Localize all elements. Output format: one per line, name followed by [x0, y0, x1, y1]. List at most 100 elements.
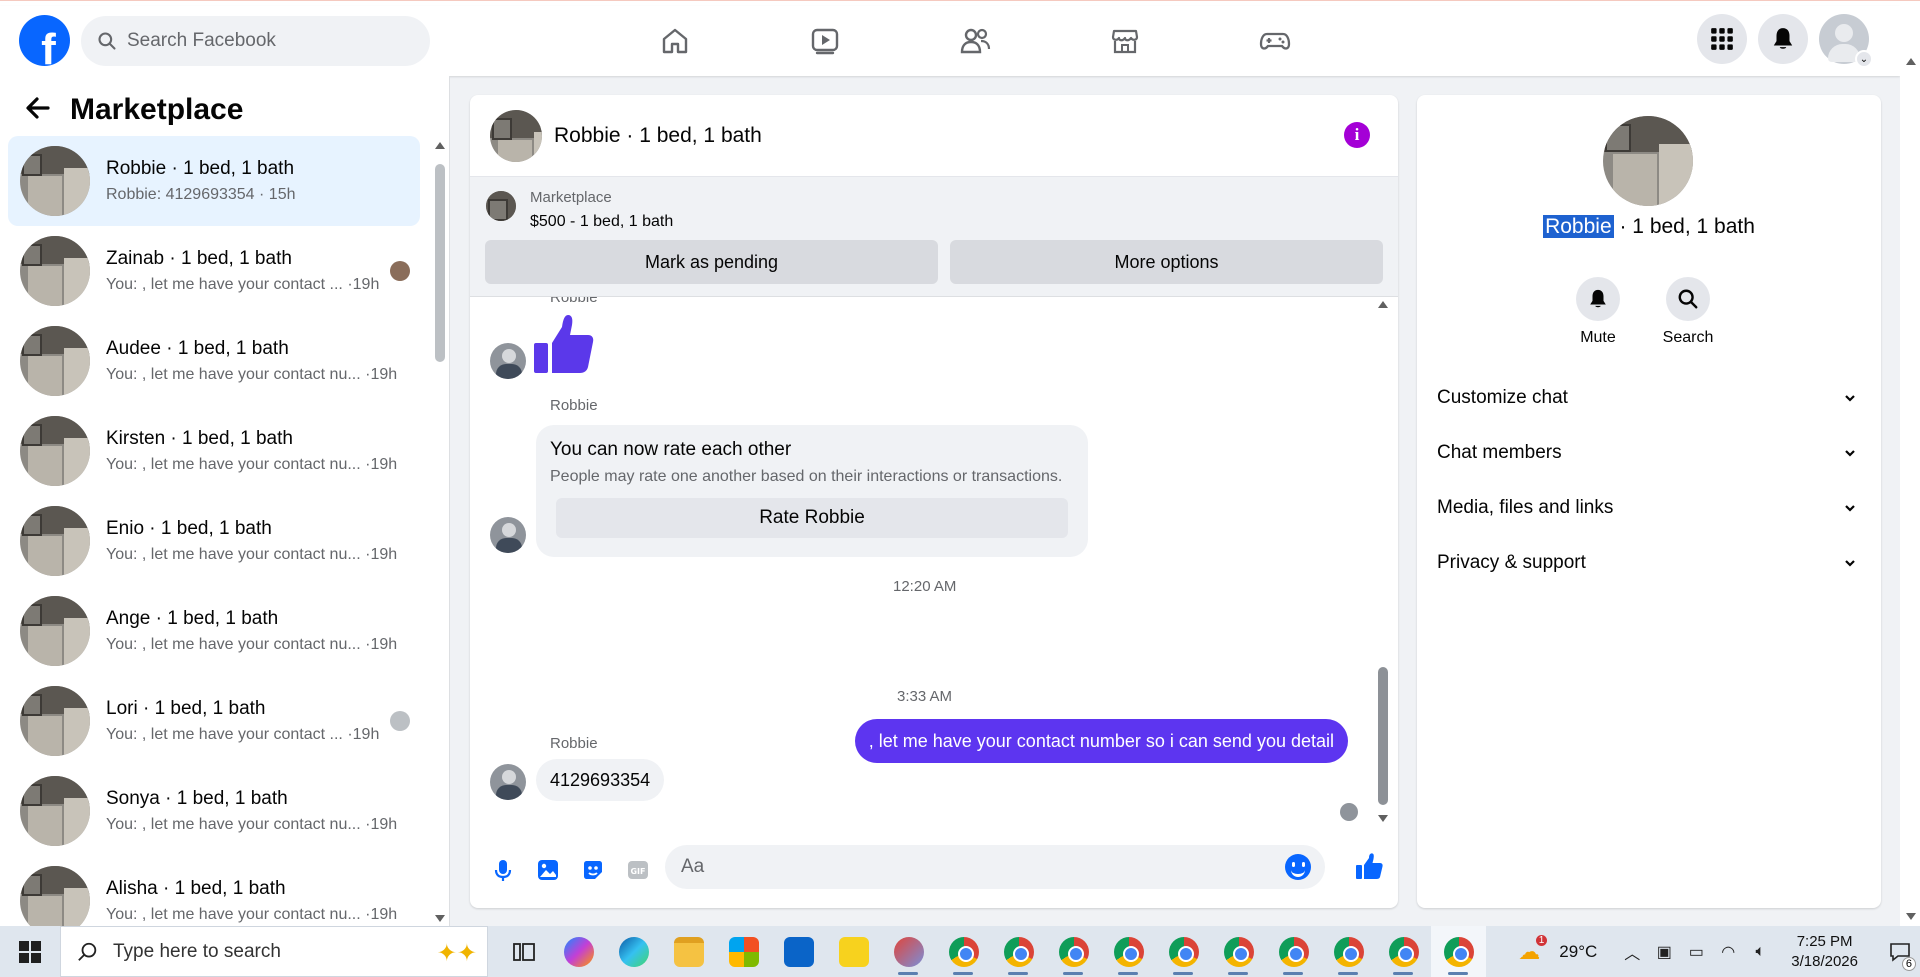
search-icon	[1678, 289, 1698, 309]
listing-price[interactable]: $500 - 1 bed, 1 bath	[530, 213, 673, 231]
attach-photo-button[interactable]	[525, 857, 570, 883]
sender-avatar[interactable]	[490, 517, 526, 553]
taskbar-search[interactable]: ✦✦	[60, 926, 488, 977]
chevron-down-icon	[1845, 395, 1855, 402]
profile-name-rest: · 1 bed, 1 bath	[1613, 215, 1755, 238]
chat-title[interactable]: Robbie · 1 bed, 1 bath	[554, 124, 762, 148]
menu-button[interactable]	[1697, 14, 1747, 64]
profile-avatar[interactable]	[1603, 116, 1693, 206]
outlook-app[interactable]	[771, 926, 826, 977]
rate-title: You can now rate each other	[550, 439, 792, 460]
incoming-message[interactable]: 4129693354	[536, 759, 665, 801]
sticky-notes-app[interactable]	[826, 926, 881, 977]
profile-name[interactable]: Robbie · 1 bed, 1 bath	[1417, 215, 1881, 239]
nav-friends[interactable]	[900, 6, 1050, 76]
snipping-tool-app[interactable]	[881, 926, 936, 977]
facebook-logo[interactable]: f	[19, 15, 70, 66]
chrome-icon	[1168, 936, 1199, 967]
volume-icon[interactable]: 🔈︎	[1747, 939, 1773, 965]
sidebar-scrollbar[interactable]	[432, 136, 448, 922]
section-privacy-support[interactable]: Privacy & support	[1437, 548, 1857, 578]
chrome-app-active[interactable]	[1431, 926, 1486, 977]
page-scrollbar[interactable]	[1900, 6, 1920, 926]
message-input[interactable]	[681, 856, 1261, 878]
chrome-app[interactable]	[936, 926, 991, 977]
account-avatar[interactable]: ⌄	[1819, 14, 1873, 68]
search-box[interactable]	[81, 16, 430, 66]
chrome-app[interactable]	[1156, 926, 1211, 977]
taskbar-search-input[interactable]	[113, 940, 393, 963]
battery-icon[interactable]: ▭	[1683, 939, 1709, 965]
chevron-up-icon[interactable]: ︿	[1619, 939, 1645, 965]
conversation-name: Robbie · 1 bed, 1 bath	[106, 158, 295, 179]
back-button[interactable]	[24, 94, 52, 127]
home-icon	[662, 28, 688, 54]
listing-banner: Marketplace $500 - 1 bed, 1 bath Mark as…	[470, 177, 1398, 297]
sender-avatar[interactable]	[490, 343, 526, 379]
nav-marketplace[interactable]	[1050, 6, 1200, 76]
conversation-item[interactable]: Robbie · 1 bed, 1 bath Robbie: 4129693354…	[8, 136, 420, 226]
sender-avatar[interactable]	[490, 764, 526, 800]
section-label: Privacy & support	[1437, 552, 1586, 573]
listing-thumbnail[interactable]	[486, 191, 516, 221]
message-input-box[interactable]	[665, 845, 1325, 889]
section-media-files-links[interactable]: Media, files and links	[1437, 493, 1857, 523]
chevron-down-icon	[1845, 450, 1855, 457]
section-customize-chat[interactable]: Customize chat	[1437, 383, 1857, 413]
chrome-app[interactable]	[1046, 926, 1101, 977]
chrome-app[interactable]	[1376, 926, 1431, 977]
nav-gaming[interactable]	[1200, 6, 1350, 76]
start-button[interactable]	[0, 926, 60, 977]
chrome-app[interactable]	[1266, 926, 1321, 977]
conversation-item[interactable]: Zainab · 1 bed, 1 bath You: , let me have…	[8, 226, 420, 316]
chat-header: Robbie · 1 bed, 1 bath i	[470, 95, 1398, 177]
emoji-icon[interactable]	[1285, 854, 1311, 880]
conversation-item[interactable]: Lori · 1 bed, 1 bath You: , let me have y…	[8, 676, 420, 766]
nav-home[interactable]	[600, 6, 750, 76]
gif-icon: GIF	[627, 861, 648, 879]
like-icon[interactable]	[1354, 852, 1384, 882]
mark-pending-button[interactable]: Mark as pending	[485, 240, 938, 284]
more-options-button[interactable]: More options	[950, 240, 1383, 284]
conversation-item[interactable]: Kirsten · 1 bed, 1 bath You: , let me hav…	[8, 406, 420, 496]
voice-clip-button[interactable]	[480, 857, 525, 883]
video-icon	[811, 28, 839, 55]
clock[interactable]: 7:25 PM 3/18/2026	[1791, 932, 1858, 972]
file-explorer-app[interactable]	[661, 926, 716, 977]
chat-avatar[interactable]	[490, 109, 542, 162]
store-app[interactable]	[716, 926, 771, 977]
weather-icon[interactable]: ☁ 1	[1513, 934, 1548, 965]
search-input[interactable]	[127, 30, 407, 52]
conversation-item[interactable]: Ange · 1 bed, 1 bath You: , let me have y…	[8, 586, 420, 676]
copilot-app[interactable]	[551, 926, 606, 977]
sticky-notes-icon	[838, 936, 869, 967]
chrome-app[interactable]	[1101, 926, 1156, 977]
section-chat-members[interactable]: Chat members	[1437, 438, 1857, 468]
chrome-app[interactable]	[1321, 926, 1376, 977]
conversation-item[interactable]: Enio · 1 bed, 1 bath You: , let me have y…	[8, 496, 420, 586]
conversation-item[interactable]: Sonya · 1 bed, 1 bath You: , let me have …	[8, 766, 420, 856]
chrome-app[interactable]	[1211, 926, 1266, 977]
outgoing-message[interactable]: , let me have your contact number so i c…	[854, 719, 1348, 763]
sticker-button[interactable]	[570, 857, 615, 883]
nav-video[interactable]	[750, 6, 900, 76]
windows-logo-icon	[19, 940, 41, 963]
chat-scrollbar[interactable]	[1376, 297, 1390, 837]
chrome-app[interactable]	[991, 926, 1046, 977]
notifications-button[interactable]	[1758, 14, 1808, 64]
task-view-button[interactable]	[496, 926, 551, 977]
notification-center-button[interactable]: 6	[1880, 926, 1920, 977]
gif-button[interactable]: GIF	[615, 857, 660, 883]
wifi-icon[interactable]: ◠	[1715, 939, 1741, 965]
mute-action[interactable]: Mute	[1563, 277, 1633, 347]
conversation-item[interactable]: Audee · 1 bed, 1 bath You: , let me have …	[8, 316, 420, 406]
system-tray: ☁ 1 29°C ︿ ▣ ▭ ◠ 🔈︎ 7:25 PM 3/18/2026 6	[1513, 926, 1920, 977]
weather-temperature[interactable]: 29°C	[1559, 942, 1597, 962]
meet-now-icon[interactable]: ▣	[1651, 939, 1677, 965]
search-action[interactable]: Search	[1653, 277, 1723, 347]
edge-app[interactable]	[606, 926, 661, 977]
conversation-list: Robbie · 1 bed, 1 bath Robbie: 4129693354…	[8, 136, 420, 946]
bell-icon	[1773, 28, 1793, 49]
info-icon[interactable]: i	[1344, 122, 1370, 148]
rate-button[interactable]: Rate Robbie	[556, 498, 1068, 538]
